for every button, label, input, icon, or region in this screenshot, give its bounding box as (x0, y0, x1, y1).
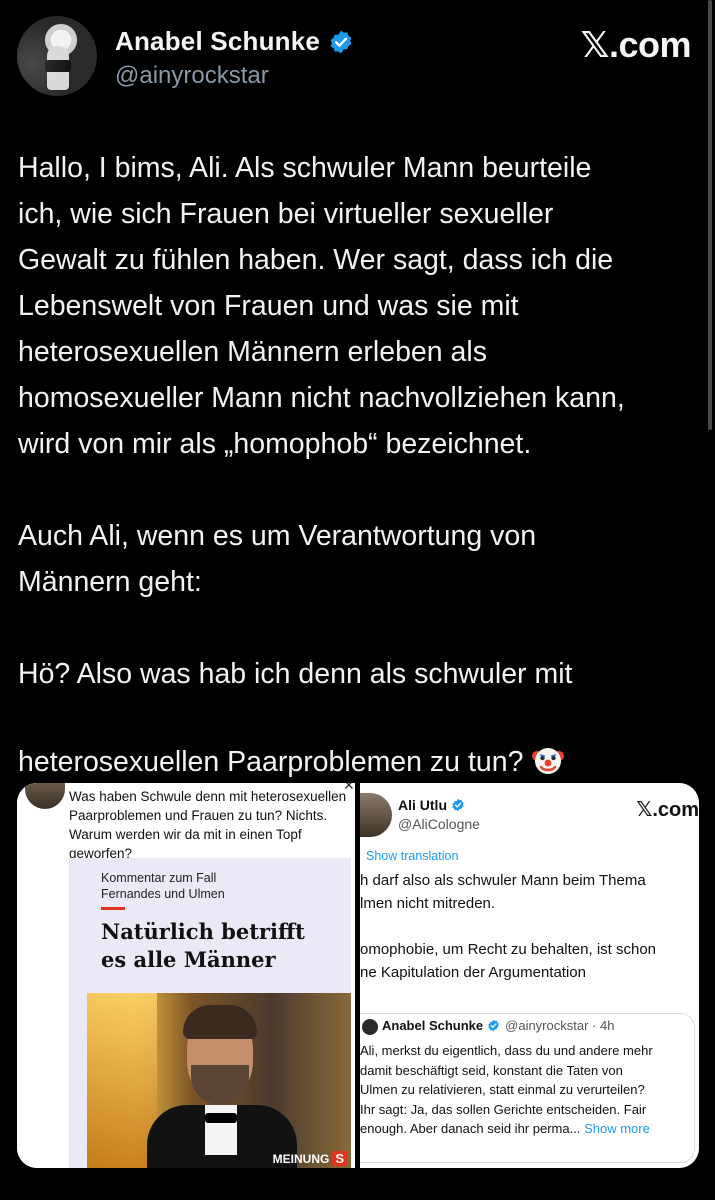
quoted-text: Ali, merkst du eigentlich, dass du und a… (360, 1041, 690, 1139)
left-screenshot[interactable]: Was haben Schwule denn mit heterosexuell… (17, 783, 355, 1168)
meinung-logo: S (332, 1151, 347, 1166)
avatar[interactable] (17, 16, 97, 96)
verified-badge-icon (487, 1019, 501, 1033)
verified-badge-icon (328, 29, 354, 55)
author-name[interactable]: Anabel Schunke (115, 26, 320, 57)
quoted-tweet: Anabel Schunke @ainyrockstar · 4h Ali, m… (360, 1013, 695, 1163)
meinung-label: MEINUNG (272, 1151, 330, 1166)
meinung-badge: MEINUNG S (273, 1151, 347, 1166)
tweet-paragraph-1: Hallo, I bims, Ali. Als schwuler Mann be… (18, 152, 625, 460)
quoted-avatar (362, 1019, 378, 1035)
right-post-author-name: Ali Utlu (398, 797, 447, 813)
right-post-text: h darf also als schwuler Mann beim Thema… (360, 872, 657, 981)
x-logo: 𝕏.com (636, 799, 699, 821)
clown-face-icon (531, 697, 565, 791)
article-photo: MEINUNG S (87, 993, 351, 1168)
article-kicker: Kommentar zum Fall Fernandes und Ulmen (101, 871, 225, 901)
article-card: Kommentar zum Fall Fernandes und Ulmen N… (69, 858, 351, 1168)
tweet-paragraph-3-text: Hö? Also was hab ich denn als schwuler m… (18, 658, 573, 778)
quoted-author-name: Anabel Schunke (382, 1018, 484, 1033)
right-post-name-row: Ali Utlu (398, 797, 465, 813)
verified-badge-icon (451, 798, 465, 812)
show-translation-link: Show translation (366, 849, 459, 863)
author-handle[interactable]: @ainyrockstar (115, 62, 269, 90)
tweet-text: Hallo, I bims, Ali. Als schwuler Mann be… (18, 145, 698, 791)
right-screenshot[interactable]: Ali Utlu @AliCologne 𝕏.com Show translat… (360, 783, 699, 1168)
tweet-header: Anabel Schunke @ainyrockstar 𝕏.com (17, 16, 697, 100)
left-post-avatar (25, 783, 65, 809)
article-headline: Natürlich betrifft es alle Männer (101, 919, 305, 972)
article-rule (101, 907, 125, 910)
media-attachment[interactable]: Was haben Schwule denn mit heterosexuell… (17, 783, 699, 1168)
tweet-paragraph-3: Hö? Also was hab ich denn als schwuler m… (18, 651, 698, 791)
author-name-row: Anabel Schunke (115, 26, 354, 57)
scrollbar[interactable] (708, 0, 712, 430)
show-more-link: Show more (584, 1121, 650, 1136)
x-logo: 𝕏.com (580, 24, 691, 65)
quoted-handle-time: @ainyrockstar · 4h (505, 1018, 615, 1033)
tweet-paragraph-2: Auch Ali, wenn es um Verantwortung von M… (18, 520, 537, 598)
right-post-avatar (360, 793, 392, 837)
left-post-text: Was haben Schwule denn mit heterosexuell… (69, 789, 347, 861)
quoted-name-row: Anabel Schunke @ainyrockstar · 4h (382, 1018, 614, 1033)
close-icon: ✕ (343, 783, 355, 793)
right-post-handle: @AliCologne (398, 816, 480, 832)
